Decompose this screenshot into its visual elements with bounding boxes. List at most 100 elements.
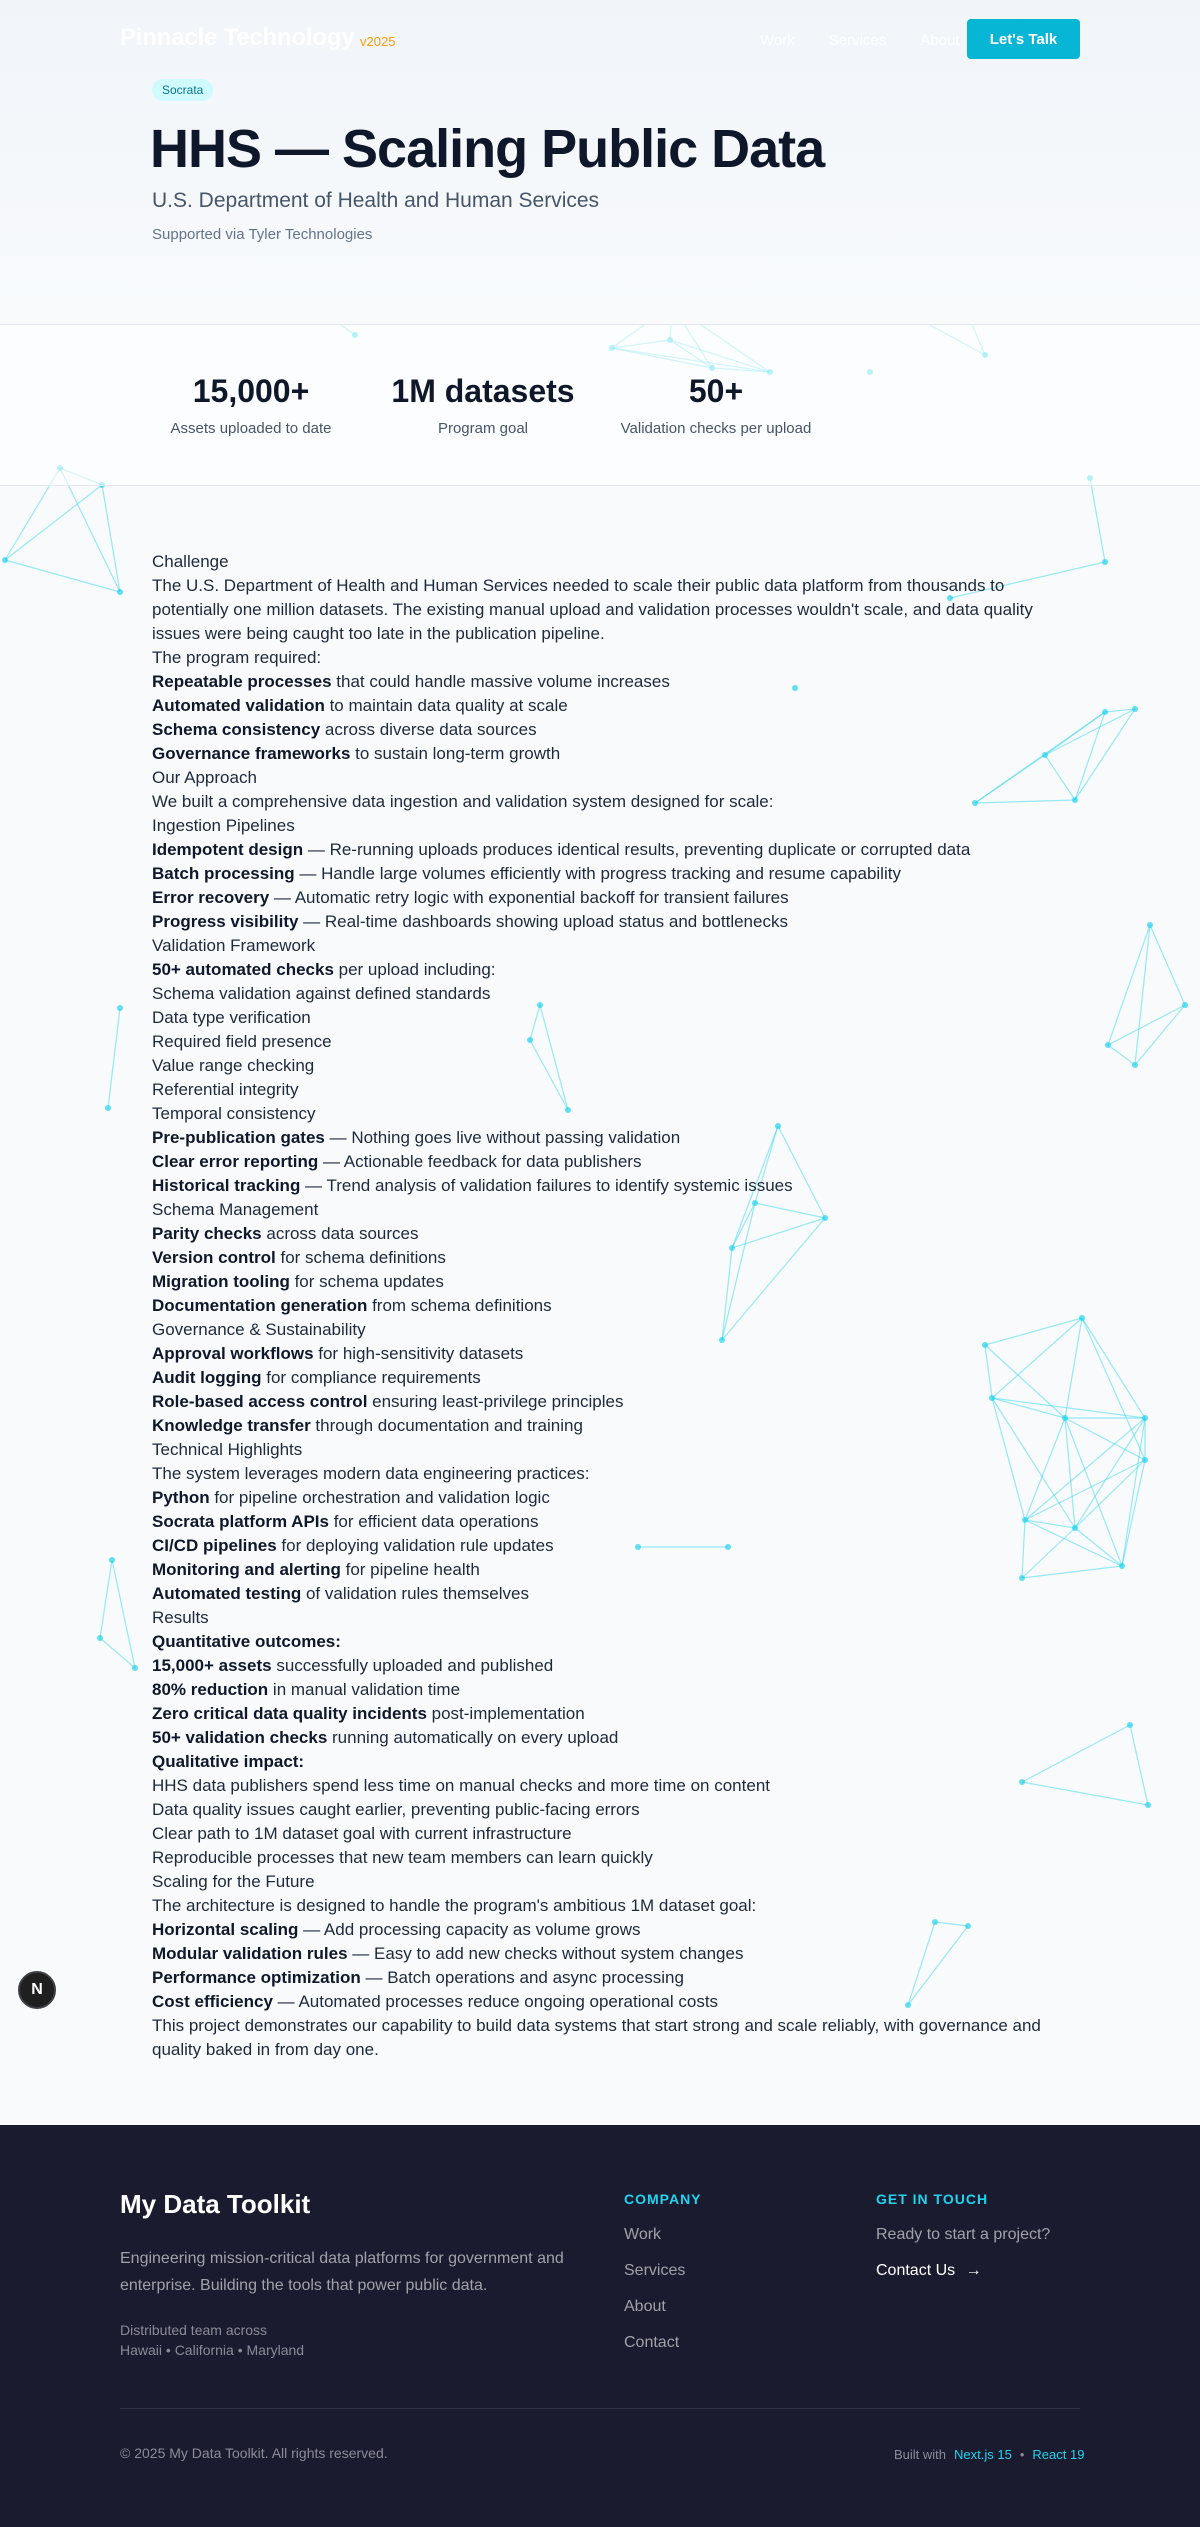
network-node — [1127, 1722, 1133, 1728]
content-text: for pipeline health — [340, 1560, 480, 1579]
content-text: — Real-time dashboards showing upload st… — [298, 912, 788, 931]
content-text: Ingestion Pipelines — [152, 816, 295, 835]
network-edge — [1064, 1317, 1083, 1419]
network-node — [1147, 922, 1153, 928]
network-edge — [4, 484, 103, 561]
content-emphasis: Progress visibility — [152, 912, 299, 931]
built-with-label: Built with — [894, 2447, 947, 2462]
content-emphasis: Role-based access control — [152, 1392, 368, 1411]
content-line: Error recovery — Automatic retry logic w… — [152, 886, 1052, 910]
network-edge — [107, 1007, 121, 1109]
content-text: — Automated processes reduce ongoing ope… — [272, 1992, 719, 2011]
copyright: © 2025 My Data Toolkit. All rights reser… — [120, 2445, 388, 2461]
get-in-touch-heading: GET IN TOUCH — [876, 2191, 989, 2207]
network-node — [1182, 1002, 1188, 1008]
content-emphasis: 50+ validation checks — [152, 1728, 328, 1747]
brand-logo[interactable]: Pinnacle Technology — [120, 24, 355, 52]
content-line: Approval workflows for high-sensitivity … — [152, 1342, 1052, 1366]
content-line: 50+ validation checks running automatica… — [152, 1726, 1052, 1750]
nav-link-about[interactable]: About — [920, 32, 959, 49]
content-line: Data quality issues caught earlier, prev… — [152, 1798, 1052, 1822]
content-emphasis: Performance optimization — [152, 1968, 361, 1987]
content-line: 80% reduction in manual validation time — [152, 1678, 1052, 1702]
content-text: — Actionable feedback for data publisher… — [318, 1152, 642, 1171]
network-node — [1102, 559, 1108, 565]
content-text: The program required: — [152, 648, 322, 667]
content-line: Validation Framework — [152, 934, 1052, 958]
content-line: HHS data publishers spend less time on m… — [152, 1774, 1052, 1798]
content-emphasis: CI/CD pipelines — [152, 1536, 277, 1555]
nav-link-services[interactable]: Services — [829, 32, 887, 49]
content-line: Role-based access control ensuring least… — [152, 1390, 1052, 1414]
content-text: — Trend analysis of validation failures … — [300, 1176, 793, 1195]
content-line: Reproducible processes that new team mem… — [152, 1846, 1052, 1870]
next-dev-indicator-icon[interactable]: N — [18, 1971, 56, 2009]
network-node — [1132, 706, 1138, 712]
footer-link-contact[interactable]: Contact — [624, 2334, 679, 2352]
content-text: Referential integrity — [152, 1080, 299, 1099]
content-text: Governance & Sustainability — [152, 1320, 366, 1339]
content-line: Governance & Sustainability — [152, 1318, 1052, 1342]
content-emphasis: Horizontal scaling — [152, 1920, 299, 1939]
stat-goal: 1M datasets Program goal — [368, 373, 598, 437]
network-edge — [1064, 1417, 1076, 1529]
content-emphasis: Python — [152, 1488, 210, 1507]
contact-prompt: Ready to start a project? — [876, 2226, 1051, 2243]
content-text: for schema updates — [289, 1272, 444, 1291]
network-node — [1079, 1315, 1085, 1321]
content-text: to sustain long-term growth — [350, 744, 561, 763]
content-emphasis: Documentation generation — [152, 1296, 368, 1315]
network-node — [1145, 1802, 1151, 1808]
content-emphasis: Audit logging — [152, 1368, 262, 1387]
content-text: Reproducible processes that new team mem… — [152, 1848, 653, 1867]
content-line: This project demonstrates our capability… — [152, 2014, 1052, 2062]
stat-value: 15,000+ — [192, 373, 310, 409]
content-text: to maintain data quality at scale — [324, 696, 568, 715]
footer-brand: My Data Toolkit — [120, 2189, 311, 2219]
support-note: Supported via Tyler Technologies — [152, 226, 373, 243]
footer-link-work[interactable]: Work — [624, 2226, 661, 2244]
network-edge — [1074, 1417, 1146, 1529]
content-text: running automatically on every upload — [327, 1728, 619, 1747]
content-text: HHS data publishers spend less time on m… — [152, 1776, 770, 1795]
platform-badge: Socrata — [152, 79, 214, 101]
network-node — [117, 1005, 123, 1011]
lets-talk-button[interactable]: Let's Talk — [967, 19, 1080, 59]
nextjs-link[interactable]: Next.js 15 — [954, 2447, 1012, 2462]
content-text: of validation rules themselves — [301, 1584, 529, 1603]
content-text: for pipeline orchestration and validatio… — [209, 1488, 550, 1507]
content-text: Data type verification — [152, 1008, 311, 1027]
network-edge — [99, 1559, 113, 1639]
content-line: 50+ automated checks per upload includin… — [152, 958, 1052, 982]
network-edge — [1089, 477, 1106, 563]
stat-label: Assets uploaded to date — [170, 420, 332, 437]
network-edge — [1107, 1044, 1136, 1066]
content-line: CI/CD pipelines for deploying validation… — [152, 1534, 1052, 1558]
footer-link-services[interactable]: Services — [624, 2262, 685, 2280]
content-line: Version control for schema definitions — [152, 1246, 1052, 1270]
content-text: — Nothing goes live without passing vali… — [324, 1128, 681, 1147]
contact-us-link[interactable]: Contact Us → — [876, 2262, 982, 2280]
content-emphasis: Automated validation — [152, 696, 325, 715]
arrow-right-icon: → — [965, 2262, 982, 2279]
content-line: Progress visibility — Real-time dashboar… — [152, 910, 1052, 934]
content-text: Challenge — [152, 552, 229, 571]
content-text: from schema definitions — [367, 1296, 552, 1315]
content-emphasis: Schema consistency — [152, 720, 321, 739]
content-emphasis: Socrata platform APIs — [152, 1512, 329, 1531]
nav-link-work[interactable]: Work — [760, 32, 795, 49]
network-node — [1072, 797, 1078, 803]
content-emphasis: 50+ automated checks — [152, 960, 334, 979]
content-line: The architecture is designed to handle t… — [152, 1894, 1052, 1918]
footer-link-about[interactable]: About — [624, 2298, 666, 2316]
content-line: Scaling for the Future — [152, 1870, 1052, 1894]
network-node — [1119, 1563, 1125, 1569]
content-text: per upload including: — [333, 960, 496, 979]
content-text: for efficient data operations — [328, 1512, 539, 1531]
content-line: The U.S. Department of Health and Human … — [152, 574, 1052, 646]
react-link[interactable]: React 19 — [1032, 2447, 1084, 2462]
network-node — [1132, 1062, 1138, 1068]
content-line: Referential integrity — [152, 1078, 1052, 1102]
network-edge — [1074, 711, 1106, 801]
content-emphasis: Error recovery — [152, 888, 270, 907]
